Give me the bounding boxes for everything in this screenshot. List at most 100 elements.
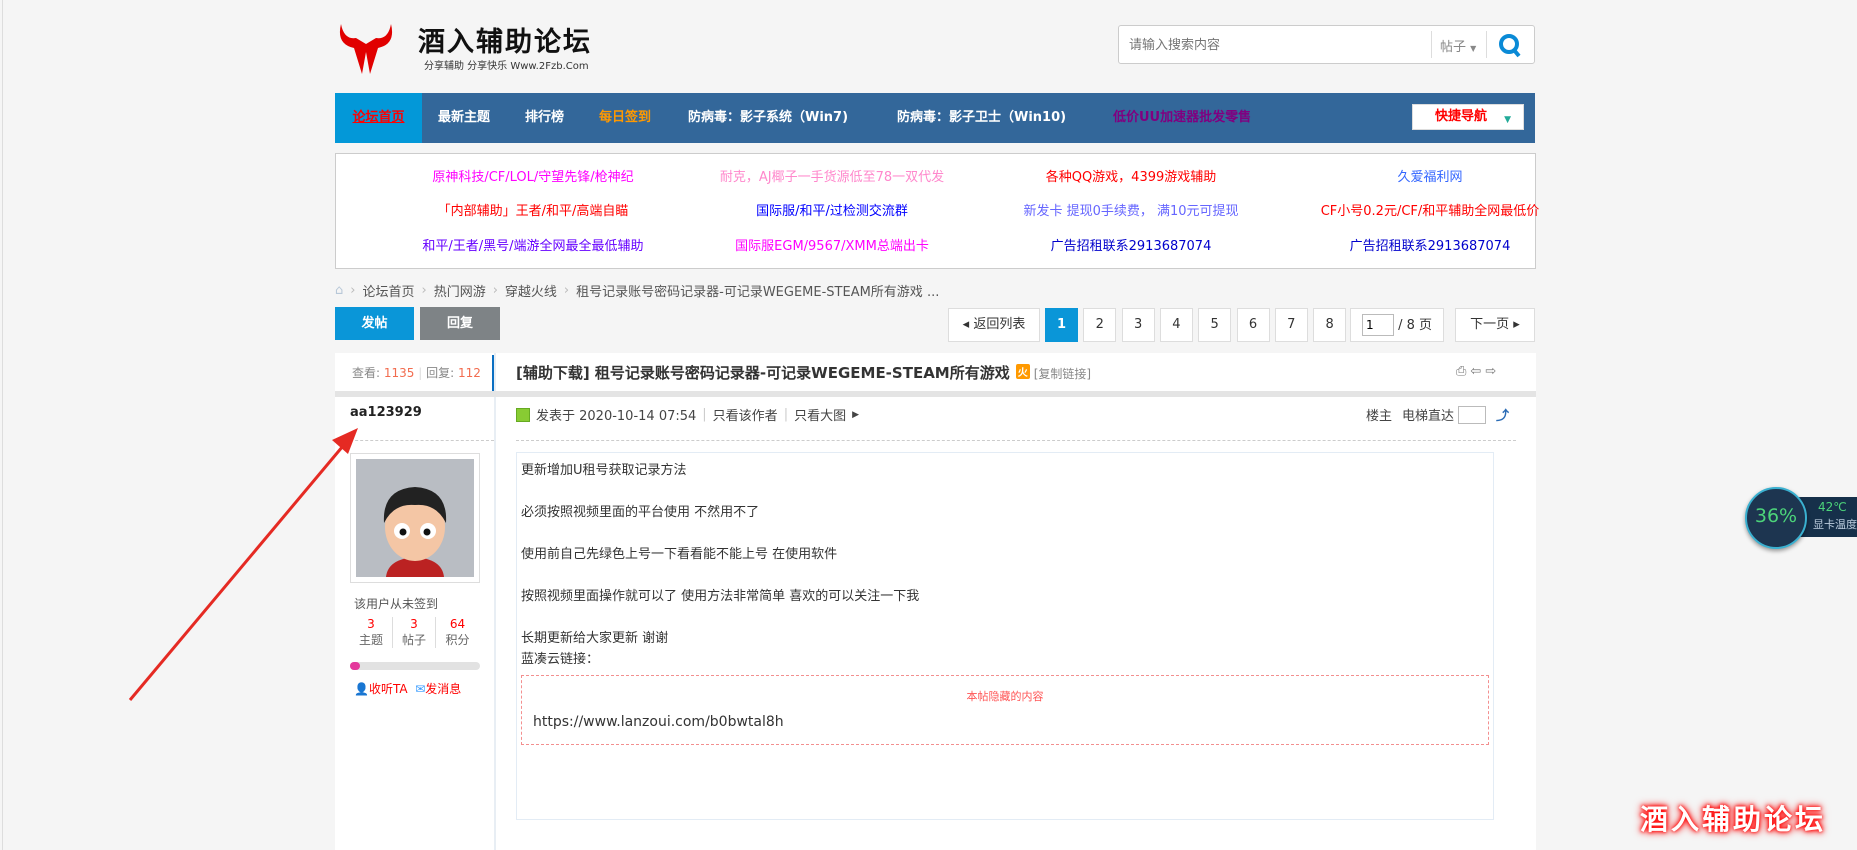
thread-stats: 查看: 1135 | 回复: 112	[352, 366, 481, 380]
print-icon[interactable]: ⎙	[1456, 364, 1470, 379]
ad-link[interactable]: 广告招租联系2913687074	[1280, 235, 1580, 254]
page-5-button[interactable]: 5	[1198, 308, 1232, 342]
copy-link[interactable]: [复制链接]	[1034, 367, 1091, 381]
red-arrow-annotation	[128, 428, 358, 701]
page-2-button[interactable]: 2	[1083, 308, 1117, 342]
content-line: 按照视频里面操作就可以了 使用方法非常简单 喜欢的可以关注一下我	[521, 589, 920, 604]
home-icon[interactable]: ⌂	[335, 283, 343, 298]
ad-link[interactable]: 国际服EGM/9567/XMM总端出卡	[682, 235, 982, 254]
thread-tools: ⎙⇦⇨	[1456, 364, 1500, 379]
ad-link[interactable]: 「内部辅助」王者/和平/高端自瞄	[383, 200, 683, 219]
next-label: 下一页	[1470, 317, 1510, 332]
gpu-temp: 42℃	[1818, 500, 1847, 514]
mail-icon: ✉	[415, 682, 426, 696]
content-line: 必须按照视频里面的平台使用 不然用不了	[521, 505, 760, 520]
separator: ›	[492, 282, 498, 298]
quick-nav-label: 快捷导航	[1435, 109, 1488, 124]
hidden-title: 本帖隐藏的内容	[966, 690, 1044, 703]
chevron-down-icon: ▼	[1504, 115, 1511, 125]
page-1-button[interactable]: 1	[1045, 308, 1078, 342]
ad-link[interactable]: 久爱福利网	[1280, 166, 1580, 185]
page-input[interactable]	[1361, 314, 1394, 336]
back-to-list-button[interactable]: ◂ 返回列表	[948, 308, 1040, 342]
floor-tools: 楼主 电梯直达 ⤴	[1366, 405, 1509, 424]
ad-link[interactable]: 耐克，AJ椰子一手货源低至78一双代发	[682, 166, 982, 185]
header-bar	[335, 391, 1536, 397]
ad-link[interactable]: 广告招租联系2913687074	[981, 235, 1281, 254]
quick-nav-button[interactable]: 快捷导航 ▼	[1412, 104, 1524, 130]
author-online-icon	[516, 407, 530, 422]
jump-label: 电梯直达	[1402, 409, 1455, 424]
breadcrumb: ⌂ › 论坛首页 › 热门网游 › 穿越火线 › 租号记录账号密码记录器-可记录…	[335, 280, 939, 300]
post-date: 发表于 2020-10-14 07:54	[536, 409, 697, 424]
page-8-button[interactable]: 8	[1313, 308, 1347, 342]
content-line: 长期更新给大家更新 谢谢	[521, 631, 669, 646]
author-stat[interactable]: 3 帖子	[393, 617, 436, 648]
logo-subtitle: 分享辅助 分享快乐 Www.2Fzb.Com	[424, 61, 589, 72]
crumb-cf[interactable]: 穿越火线	[505, 281, 557, 300]
nav-antivirus-win10[interactable]: 防病毒：影子卫士（Win10)	[897, 93, 1066, 143]
header-divider	[492, 355, 496, 391]
floor-jump-input[interactable]	[1458, 405, 1487, 424]
hot-badge: 火	[1015, 364, 1030, 379]
next-thread-icon[interactable]: ⇨	[1485, 364, 1500, 379]
stat-label: 帖子	[401, 633, 426, 647]
stat-value: 3	[410, 617, 418, 631]
search-icon[interactable]	[1490, 30, 1530, 60]
page-6-button[interactable]: 6	[1236, 308, 1270, 342]
divider	[516, 440, 1516, 441]
content-line: 蓝凑云链接：	[521, 652, 600, 667]
stat-value: 64	[449, 617, 466, 631]
content-line: 使用前自己先绿色上号一下看看能不能上号 在使用软件	[521, 547, 838, 562]
nav-checkin[interactable]: 每日签到	[599, 93, 651, 143]
main-nav: 论坛首页 最新主题 排行榜 每日签到 防病毒：影子系统（Win7) 防病毒：影子…	[335, 93, 1535, 143]
new-post-button[interactable]: 发帖	[335, 307, 414, 340]
thread-title: [辅助下载] 租号记录账号密码记录器-可记录WEGEME-STEAM所有游戏火 […	[516, 362, 1091, 383]
gpu-widget: 36% 42℃ 显卡温度	[1745, 487, 1857, 549]
reply-button[interactable]: 回复	[420, 307, 500, 340]
message-link[interactable]: 发消息	[425, 682, 461, 696]
hidden-content-box: 本帖隐藏的内容 https://www.lanzoui.com/b0bwtal8…	[521, 675, 1489, 745]
search-type-label: 帖子	[1440, 40, 1467, 55]
page-jump: / 8 页	[1350, 308, 1444, 342]
page-3-button[interactable]: 3	[1121, 308, 1155, 342]
post-meta: 发表于 2020-10-14 07:54 | 只看该作者 | 只看大图 ▶	[516, 405, 859, 424]
page-total: / 8 页	[1398, 318, 1433, 333]
separator: ›	[350, 282, 356, 298]
post-content: 更新增加U租号获取记录方法 必须按照视频里面的平台使用 不然用不了 使用前自己先…	[516, 452, 1494, 820]
only-images-link[interactable]: 只看大图	[794, 405, 846, 424]
back-label: 返回列表	[973, 317, 1026, 332]
page-7-button[interactable]: 7	[1274, 308, 1308, 342]
ad-link[interactable]: 各种QQ游戏，4399游戏辅助	[981, 166, 1281, 185]
jump-go-icon[interactable]: ⤴	[1496, 405, 1509, 424]
column-divider	[494, 353, 496, 850]
author-stat[interactable]: 64 积分	[436, 617, 479, 648]
separator: ›	[563, 282, 570, 298]
page-4-button[interactable]: 4	[1159, 308, 1193, 342]
caret-right-icon: ▶	[852, 409, 860, 420]
ad-link[interactable]: 国际服/和平/过检测交流群	[682, 200, 982, 219]
nav-ranking[interactable]: 排行榜	[525, 93, 564, 143]
nav-latest[interactable]: 最新主题	[438, 93, 490, 143]
nav-home[interactable]: 论坛首页	[335, 93, 422, 143]
stat-label: 积分	[445, 633, 470, 647]
nav-uu[interactable]: 低价UU加速器批发零售	[1113, 93, 1251, 143]
ad-link[interactable]: 原神科技/CF/LOL/守望先锋/枪神纪	[383, 166, 683, 185]
ad-link[interactable]: CF小号0.2元/CF/和平辅助全网最低价	[1280, 200, 1580, 219]
ad-links: 原神科技/CF/LOL/守望先锋/枪神纪 耐克，AJ椰子一手货源低至78一双代发各…	[335, 153, 1539, 269]
next-page-button[interactable]: 下一页 ▸	[1455, 308, 1535, 342]
crumb-hot-games[interactable]: 热门网游	[434, 281, 486, 300]
search-bar: 帖子 ▼	[1118, 25, 1535, 64]
logo-title: 酒入辅助论坛	[418, 27, 592, 58]
gpu-percent: 36%	[1754, 505, 1798, 527]
left-border	[2, 0, 3, 850]
crumb-home[interactable]: 论坛首页	[362, 281, 414, 300]
download-link[interactable]: https://www.lanzoui.com/b0bwtal8h	[533, 714, 784, 730]
prev-thread-icon[interactable]: ⇦	[1470, 364, 1485, 379]
nav-antivirus-win7[interactable]: 防病毒：影子系统（Win7)	[688, 93, 848, 143]
only-author-link[interactable]: 只看该作者	[713, 405, 778, 424]
ad-link[interactable]: 新发卡 提现0手续费， 满10元可提现	[981, 200, 1281, 219]
search-input[interactable]	[1129, 34, 1429, 56]
search-type-select[interactable]: 帖子 ▼	[1431, 31, 1487, 58]
ad-link[interactable]: 和平/王者/黑号/端游全网最全最低辅助	[383, 235, 683, 254]
